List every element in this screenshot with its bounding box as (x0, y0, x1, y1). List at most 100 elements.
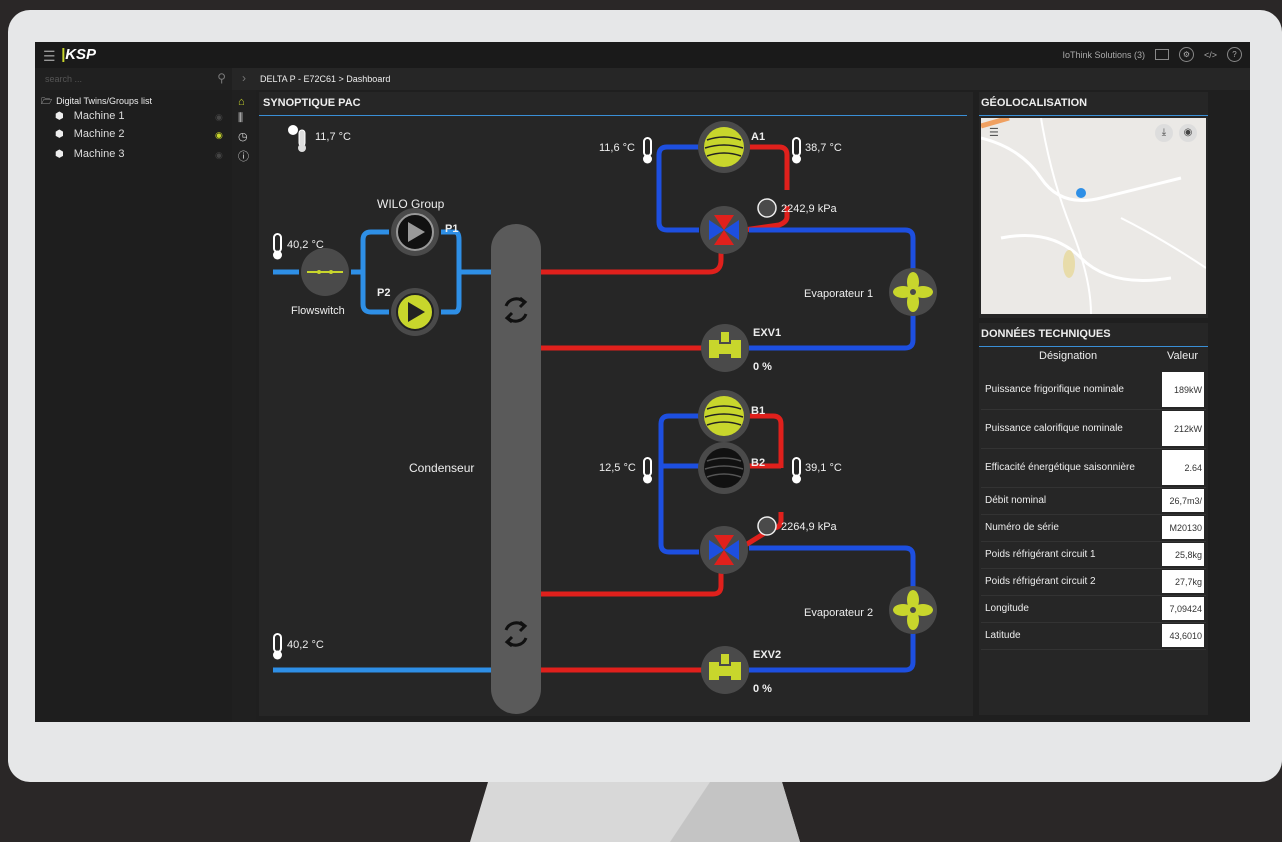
row-value[interactable]: 43,6010 (1162, 624, 1204, 647)
top-bar: ☰ |KSP IoThink Solutions (3) ⚙ </> ? (35, 42, 1250, 69)
c2-temp-left: 12,5 °C (599, 462, 636, 474)
top-right-tools: IoThink Solutions (3) ⚙ </> ? (1062, 47, 1242, 62)
table-row: Numéro de série M20130 (981, 514, 1206, 542)
eye-icon[interactable]: ◉ (215, 150, 223, 161)
tree-root[interactable]: 🗁 Digital Twins/Groups list (41, 94, 152, 110)
c1-temp-left: 11,6 °C (599, 142, 635, 154)
row-value[interactable]: 27,7kg (1162, 570, 1204, 593)
tree-root-label: Digital Twins/Groups list (56, 96, 153, 106)
settings-icon[interactable]: ⚙ (1178, 47, 1194, 62)
row-value[interactable]: 212kW (1162, 411, 1204, 446)
sun-thermometer-icon (288, 125, 306, 152)
company-label[interactable]: IoThink Solutions (3) (1062, 50, 1145, 60)
search-input[interactable]: search ... (45, 74, 82, 84)
row-label: Poids réfrigérant circuit 2 (985, 575, 1096, 587)
monitor-icon[interactable] (1154, 49, 1169, 60)
pressure-gauge-icon (757, 516, 777, 536)
compressor-b1-label: B1 (751, 405, 765, 417)
search-icon[interactable]: ⚲ (217, 71, 226, 85)
search-bar: search ... ⚲ (35, 68, 232, 90)
monitor-stand (470, 782, 800, 842)
breadcrumb[interactable]: DELTA P - E72C61 > Dashboard (260, 74, 390, 84)
map[interactable]: ☰ ⤓ ◉ (981, 118, 1206, 314)
row-label: Poids réfrigérant circuit 1 (985, 548, 1096, 560)
expansion-valve-2-label: EXV2 (753, 649, 781, 661)
row-label: Longitude (985, 602, 1029, 614)
expansion-valve-1-label: EXV1 (753, 327, 781, 339)
row-value[interactable]: 25,8kg (1162, 543, 1204, 566)
row-label: Puissance calorifique nominale (985, 422, 1123, 434)
menu-icon[interactable]: ☰ (43, 48, 56, 65)
table-row: Longitude 7,09424 (981, 595, 1206, 623)
tree-item-machine-1[interactable]: ⬢ Machine 1 (55, 110, 125, 122)
flowswitch-label: Flowswitch (291, 305, 345, 317)
outdoor-temp: 11,7 °C (315, 131, 351, 143)
row-value[interactable]: 7,09424 (1162, 597, 1204, 620)
cube-icon: ⬢ (55, 111, 64, 122)
technical-data-title: DONNÉES TECHNIQUES (981, 328, 1111, 340)
cube-icon: ⬢ (55, 149, 64, 160)
sliders-icon[interactable]: ⫼ (238, 112, 243, 125)
folder-icon: 🗁 (41, 96, 53, 106)
row-label: Numéro de série (985, 521, 1059, 533)
expansion-valve-2-pct: 0 % (753, 683, 772, 695)
thermometer-icon (792, 457, 801, 484)
visibility-icon[interactable]: ◉ (1179, 124, 1197, 142)
cold-pipes-circuit-2 (658, 413, 916, 673)
inlet-temp-bottom: 40,2 °C (287, 639, 324, 651)
table-row: Poids réfrigérant circuit 1 25,8kg (981, 541, 1206, 569)
technical-data-panel: DONNÉES TECHNIQUES Désignation Valeur Pu… (979, 323, 1208, 715)
thermometer-icon (643, 137, 652, 164)
table-row: Débit nominal 26,7m3/ (981, 487, 1206, 515)
help-icon[interactable]: ? (1227, 47, 1242, 62)
c1-pressure: 2242,9 kPa (781, 203, 838, 215)
table-row: Puissance frigorifique nominale 189kW (981, 370, 1206, 410)
row-value[interactable]: 26,7m3/ (1162, 489, 1204, 512)
tree-item-machine-2[interactable]: ⬢ Machine 2 (55, 128, 125, 140)
evaporator-1-label: Evaporateur 1 (804, 288, 873, 300)
map-menu-icon[interactable]: ☰ (989, 126, 999, 139)
eye-icon-active[interactable]: ◉ (215, 130, 223, 141)
synoptic-diagram: Condenseur 11,7 °C 40,2 °C 40,2 °C Flows… (273, 121, 937, 714)
row-value[interactable]: 2.64 (1162, 450, 1204, 485)
compressor-b2-label: B2 (751, 457, 765, 469)
clock-icon[interactable]: ◷ (238, 130, 248, 143)
expansion-valve-1-pct: 0 % (753, 361, 772, 373)
geolocation-panel: GÉOLOCALISATION ☰ ⤓ ◉ (979, 92, 1208, 318)
row-label: Latitude (985, 629, 1021, 641)
download-icon[interactable]: ⤓ (1155, 124, 1173, 142)
thermometer-icon (273, 233, 282, 260)
expand-chevron-icon[interactable]: › (242, 71, 246, 85)
eye-icon[interactable]: ◉ (215, 112, 223, 123)
table-row: Latitude 43,6010 (981, 622, 1206, 650)
row-label: Efficacité énergétique saisonnière (985, 461, 1135, 473)
app-screen: ☰ |KSP IoThink Solutions (3) ⚙ </> ? sea… (35, 42, 1250, 722)
column-designation: Désignation (1039, 350, 1098, 362)
c2-pressure: 2264,9 kPa (781, 521, 838, 533)
pump-p1-label: P1 (445, 223, 458, 235)
pressure-gauge-icon (757, 198, 777, 218)
pump-p2-label: P2 (377, 287, 390, 299)
view-icon-column: ⌂ ⫼ ◷ ⓘ (232, 90, 256, 722)
table-row: Poids réfrigérant circuit 2 27,7kg (981, 568, 1206, 596)
tree-item-label: Machine 1 (73, 110, 125, 122)
condenser-label: Condenseur (409, 461, 474, 475)
geolocation-title: GÉOLOCALISATION (981, 97, 1088, 109)
home-icon[interactable]: ⌂ (238, 96, 245, 108)
code-icon[interactable]: </> (1204, 50, 1217, 60)
evaporator-2-label: Evaporateur 2 (804, 607, 873, 619)
map-roads (981, 118, 1206, 314)
info-icon[interactable]: ⓘ (238, 148, 249, 164)
thermometer-icon (273, 633, 282, 660)
app-logo: |KSP (61, 46, 97, 63)
hot-pipes-circuit-1 (541, 144, 790, 351)
map-pin-icon[interactable] (1076, 188, 1086, 198)
c1-temp-right: 38,7 °C (805, 142, 842, 154)
tree-item-machine-3[interactable]: ⬢ Machine 3 (55, 148, 125, 160)
row-value[interactable]: M20130 (1162, 516, 1204, 539)
c2-temp-right: 39,1 °C (805, 462, 842, 474)
row-label: Débit nominal (985, 494, 1047, 506)
tree-item-label: Machine 2 (73, 128, 125, 140)
row-value[interactable]: 189kW (1162, 372, 1204, 407)
sidebar: 🗁 Digital Twins/Groups list ⬢ Machine 1 ⬢ M… (35, 90, 232, 722)
